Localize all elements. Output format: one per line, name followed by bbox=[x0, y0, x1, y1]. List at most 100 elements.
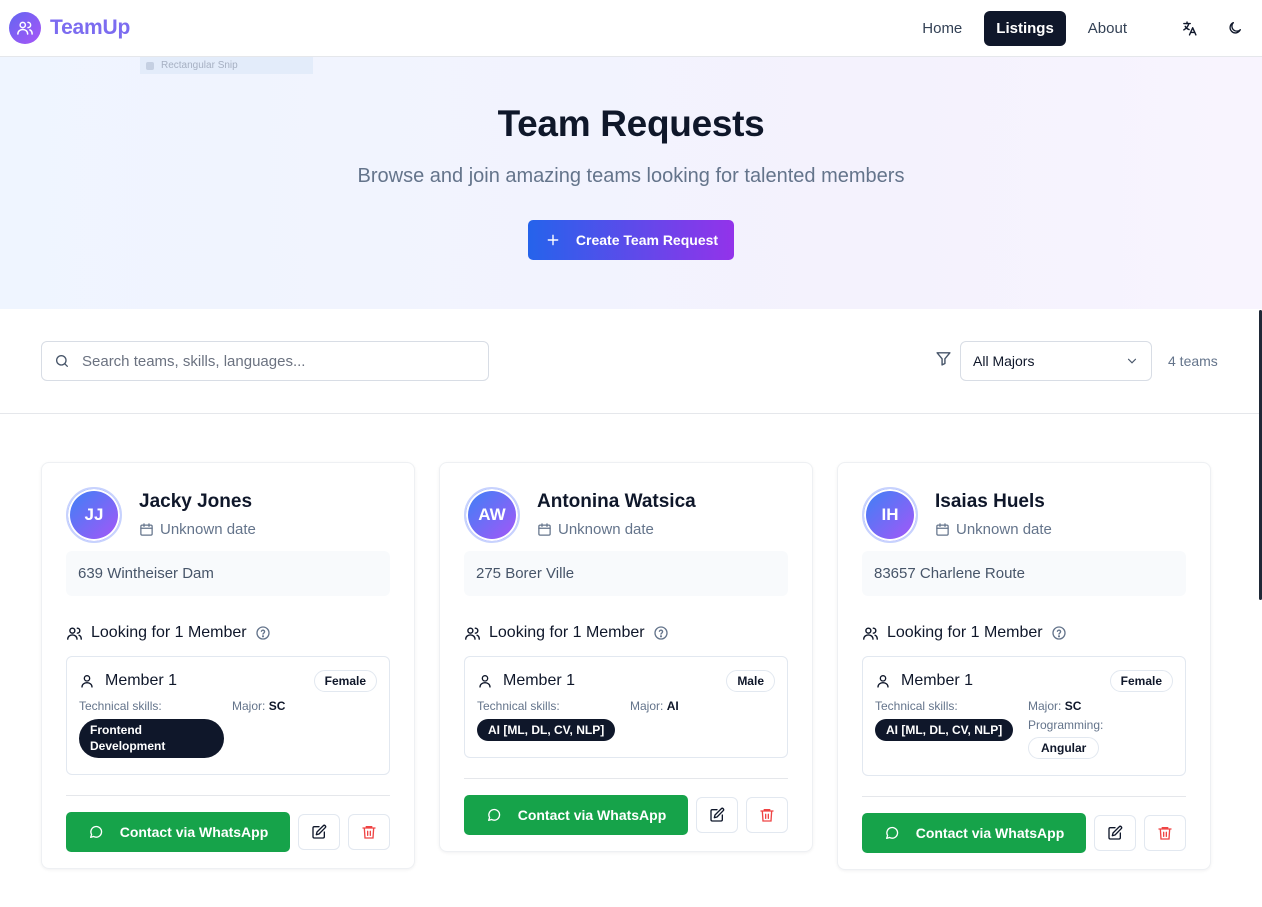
search-input[interactable] bbox=[82, 352, 462, 370]
team-cards-grid: JJ Jacky Jones Unknown date 639 Wintheis… bbox=[41, 462, 1211, 870]
major-value: SC bbox=[268, 699, 286, 713]
card-address: 275 Borer Ville bbox=[464, 551, 788, 596]
nav-about[interactable]: About bbox=[1076, 11, 1139, 46]
users-icon bbox=[9, 12, 41, 44]
filter-bar: All Majors 4 teams bbox=[0, 309, 1262, 414]
create-team-request-label: Create Team Request bbox=[575, 232, 719, 248]
delete-button[interactable] bbox=[348, 814, 390, 850]
card-owner-name: Isaias Huels bbox=[935, 491, 1045, 512]
edit-button[interactable] bbox=[298, 814, 340, 850]
team-card: AW Antonina Watsica Unknown date 275 Bor… bbox=[439, 462, 813, 852]
card-owner-name: Jacky Jones bbox=[139, 491, 253, 512]
divider bbox=[66, 795, 390, 796]
card-date: Unknown date bbox=[956, 521, 1052, 538]
divider bbox=[862, 796, 1186, 797]
major-select[interactable]: All Majors bbox=[960, 341, 1152, 381]
calendar-icon bbox=[140, 523, 153, 536]
member-title: Member 1 bbox=[105, 672, 178, 689]
contact-whatsapp-button[interactable]: Contact via WhatsApp bbox=[862, 813, 1086, 853]
major-label: Major: bbox=[232, 699, 266, 713]
gender-badge: Female bbox=[313, 670, 377, 692]
contact-whatsapp-label: Contact via WhatsApp bbox=[119, 824, 269, 840]
moon-icon[interactable] bbox=[1217, 10, 1253, 46]
user-icon bbox=[81, 675, 93, 688]
delete-button[interactable] bbox=[1144, 815, 1186, 851]
edit-icon bbox=[312, 824, 327, 839]
major-select-value: All Majors bbox=[973, 353, 1035, 369]
contact-whatsapp-button[interactable]: Contact via WhatsApp bbox=[464, 795, 688, 835]
edit-button[interactable] bbox=[1094, 815, 1136, 851]
help-circle-icon[interactable] bbox=[255, 625, 271, 641]
avatar: AW bbox=[464, 487, 520, 543]
top-navbar: TeamUp Home Listings About bbox=[0, 0, 1262, 57]
member-title: Member 1 bbox=[503, 672, 576, 689]
member-title: Member 1 bbox=[901, 672, 974, 689]
help-circle-icon[interactable] bbox=[653, 625, 669, 641]
app-name: TeamUp bbox=[50, 16, 131, 39]
looking-for-label: Looking for 1 Member bbox=[489, 624, 645, 641]
technical-skills-label: Technical skills: bbox=[477, 699, 560, 713]
hero-section: Rectangular Snip Team Requests Browse an… bbox=[0, 57, 1262, 309]
snip-label: Rectangular Snip bbox=[161, 60, 238, 71]
card-address: 639 Wintheiser Dam bbox=[66, 551, 390, 596]
team-count: 4 teams bbox=[1168, 353, 1218, 369]
major-label: Major: bbox=[630, 699, 664, 713]
card-address: 83657 Charlene Route bbox=[862, 551, 1186, 596]
edit-icon bbox=[710, 807, 725, 822]
card-date: Unknown date bbox=[558, 521, 654, 538]
technical-skills-label: Technical skills: bbox=[79, 699, 162, 713]
trash-icon bbox=[1158, 827, 1172, 840]
looking-for-label: Looking for 1 Member bbox=[91, 624, 247, 641]
team-card: IH Isaias Huels Unknown date 83657 Charl… bbox=[837, 462, 1211, 870]
user-icon bbox=[877, 675, 889, 688]
logo[interactable]: TeamUp bbox=[9, 12, 130, 44]
filter-icon bbox=[935, 350, 952, 372]
edit-button[interactable] bbox=[696, 797, 738, 833]
skill-badge: AI [ML, DL, CV, NLP] bbox=[875, 719, 1014, 741]
trash-icon bbox=[760, 809, 774, 822]
trash-icon bbox=[362, 826, 376, 839]
gender-badge: Female bbox=[1109, 670, 1173, 692]
snip-icon bbox=[146, 61, 154, 70]
nav-home[interactable]: Home bbox=[910, 11, 974, 46]
users-icon bbox=[465, 626, 480, 640]
help-circle-icon[interactable] bbox=[1051, 625, 1067, 641]
calendar-icon bbox=[936, 523, 949, 536]
create-team-request-button[interactable]: Create Team Request bbox=[527, 220, 735, 260]
user-icon bbox=[479, 675, 491, 688]
message-circle-icon bbox=[487, 808, 500, 821]
message-circle-icon bbox=[885, 826, 898, 839]
nav-listings[interactable]: Listings bbox=[984, 10, 1066, 46]
team-card: JJ Jacky Jones Unknown date 639 Wintheis… bbox=[41, 462, 415, 869]
search-box[interactable] bbox=[41, 341, 489, 381]
users-icon bbox=[67, 626, 82, 640]
looking-for-label: Looking for 1 Member bbox=[887, 624, 1043, 641]
major-value: SC bbox=[1064, 699, 1082, 713]
member-slot: Member 1 Male Technical skills: AI [ML, … bbox=[464, 656, 788, 758]
users-icon bbox=[863, 626, 878, 640]
translate-icon[interactable] bbox=[1171, 10, 1207, 46]
chevron-down-icon bbox=[1127, 358, 1137, 364]
avatar: IH bbox=[862, 487, 918, 543]
edit-icon bbox=[1108, 825, 1123, 840]
major-value: AI bbox=[666, 699, 679, 713]
programming-badge: Angular bbox=[1028, 737, 1100, 759]
message-circle-icon bbox=[89, 825, 102, 838]
gender-badge: Male bbox=[726, 670, 775, 692]
page-subtitle: Browse and join amazing teams looking fo… bbox=[357, 165, 905, 187]
member-slot: Member 1 Female Technical skills: AI [ML… bbox=[862, 656, 1186, 776]
plus-icon bbox=[547, 234, 559, 246]
delete-button[interactable] bbox=[746, 797, 788, 833]
snip-overlay: Rectangular Snip bbox=[140, 57, 313, 74]
contact-whatsapp-label: Contact via WhatsApp bbox=[517, 807, 667, 823]
major-label: Major: bbox=[1028, 699, 1062, 713]
card-date: Unknown date bbox=[160, 521, 256, 538]
page-title: Team Requests bbox=[497, 103, 765, 144]
divider bbox=[464, 778, 788, 779]
contact-whatsapp-label: Contact via WhatsApp bbox=[915, 825, 1065, 841]
avatar: JJ bbox=[66, 487, 122, 543]
programming-label: Programming: bbox=[1028, 718, 1104, 732]
search-icon bbox=[56, 355, 68, 367]
contact-whatsapp-button[interactable]: Contact via WhatsApp bbox=[66, 812, 290, 852]
card-owner-name: Antonina Watsica bbox=[537, 491, 696, 512]
